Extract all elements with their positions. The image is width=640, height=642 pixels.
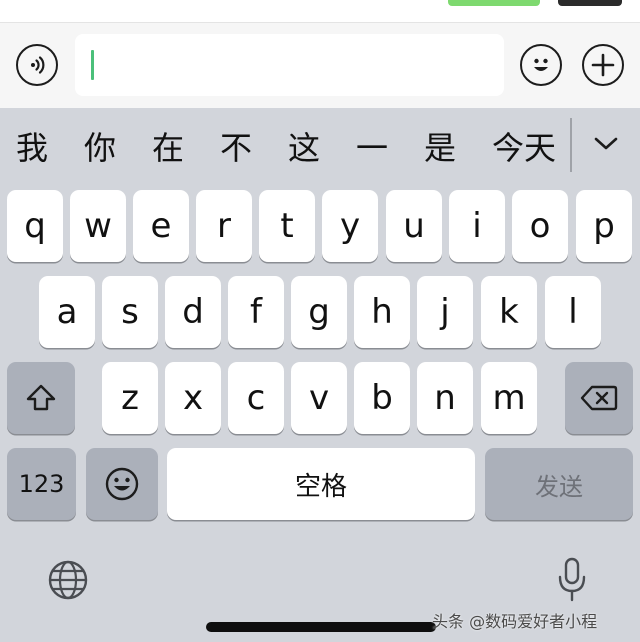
key-t[interactable]: t <box>259 190 315 262</box>
key-label: l <box>568 292 578 332</box>
home-indicator <box>206 622 436 632</box>
key-a[interactable]: a <box>39 276 95 348</box>
emoji-key[interactable] <box>86 448 158 520</box>
key-label: k <box>499 292 519 332</box>
key-label: v <box>308 378 330 418</box>
key-z[interactable]: z <box>102 362 158 434</box>
key-label: t <box>280 206 294 246</box>
shift-key[interactable] <box>7 362 75 434</box>
key-b[interactable]: b <box>354 362 410 434</box>
key-c[interactable]: c <box>228 362 284 434</box>
key-label: g <box>308 292 330 332</box>
numbers-key[interactable]: 123 <box>7 448 76 520</box>
key-f[interactable]: f <box>228 276 284 348</box>
space-key-label: 空格 <box>294 471 347 502</box>
key-l[interactable]: l <box>545 276 601 348</box>
emoji-icon <box>534 58 548 71</box>
key-label: z <box>121 378 139 418</box>
space-key[interactable]: 空格 <box>167 448 475 520</box>
key-label: p <box>593 206 615 246</box>
key-y[interactable]: y <box>322 190 378 262</box>
key-label: s <box>121 292 139 332</box>
key-j[interactable]: j <box>417 276 473 348</box>
emoji-icon <box>105 467 139 501</box>
key-label: x <box>182 378 204 418</box>
key-label: i <box>472 206 482 246</box>
globe-button[interactable] <box>44 556 92 604</box>
key-label: a <box>56 292 78 332</box>
key-p[interactable]: p <box>576 190 632 262</box>
key-e[interactable]: e <box>133 190 189 262</box>
key-n[interactable]: n <box>417 362 473 434</box>
key-x[interactable]: x <box>165 362 221 434</box>
top-green-element <box>448 0 540 6</box>
key-w[interactable]: w <box>70 190 126 262</box>
watermark: 头条 @数码爱好者小程 <box>432 612 598 631</box>
key-h[interactable]: h <box>354 276 410 348</box>
shift-icon <box>26 384 56 411</box>
key-d[interactable]: d <box>165 276 221 348</box>
candidate-item[interactable]: 在 <box>152 128 184 168</box>
key-k[interactable]: k <box>481 276 537 348</box>
key-label: o <box>529 206 551 246</box>
candidate-item[interactable]: 我 <box>16 128 48 168</box>
key-label: n <box>434 378 456 418</box>
candidate-item[interactable]: 一 <box>356 128 388 168</box>
plus-button[interactable] <box>582 44 624 86</box>
key-label: w <box>84 206 112 246</box>
delete-icon <box>580 385 618 411</box>
voice-button[interactable] <box>16 44 58 86</box>
microphone-button[interactable] <box>550 554 594 606</box>
key-i[interactable]: i <box>449 190 505 262</box>
key-label: d <box>182 292 204 332</box>
plus-icon <box>591 53 615 77</box>
candidate-item[interactable]: 你 <box>84 128 116 168</box>
key-m[interactable]: m <box>481 362 537 434</box>
message-input[interactable] <box>75 34 504 96</box>
candidate-item[interactable]: 是 <box>424 128 456 168</box>
key-label: y <box>339 206 361 246</box>
send-key-label: 发送 <box>535 472 583 501</box>
microphone-icon <box>558 557 586 602</box>
candidate-bar: 我 你 在 不 这 一 是 今天 <box>0 108 640 190</box>
candidate-item[interactable]: 今天 <box>492 128 556 168</box>
send-key[interactable]: 发送 <box>485 448 633 520</box>
key-label: f <box>250 292 262 332</box>
candidate-divider <box>570 118 572 172</box>
key-v[interactable]: v <box>291 362 347 434</box>
key-label: h <box>371 292 393 332</box>
globe-icon <box>48 560 88 600</box>
key-o[interactable]: o <box>512 190 568 262</box>
emoji-button[interactable] <box>520 44 562 86</box>
key-u[interactable]: u <box>386 190 442 262</box>
top-dark-element <box>558 0 622 6</box>
key-q[interactable]: q <box>7 190 63 262</box>
key-label: e <box>150 206 172 246</box>
candidate-item[interactable]: 不 <box>220 128 252 168</box>
key-label: r <box>217 206 231 246</box>
text-cursor <box>91 50 94 80</box>
key-r[interactable]: r <box>196 190 252 262</box>
status-area <box>0 0 640 22</box>
numbers-key-label: 123 <box>18 470 65 498</box>
key-s[interactable]: s <box>102 276 158 348</box>
key-label: j <box>440 292 450 332</box>
voice-icon <box>31 56 45 74</box>
key-label: c <box>246 378 266 418</box>
key-g[interactable]: g <box>291 276 347 348</box>
key-label: u <box>403 206 425 246</box>
key-label: m <box>492 378 526 418</box>
chevron-down-icon <box>594 137 618 150</box>
key-label: b <box>371 378 393 418</box>
candidate-expand-button[interactable] <box>586 124 626 164</box>
key-label: q <box>24 206 46 246</box>
candidate-item[interactable]: 这 <box>288 128 320 168</box>
chat-input-bar <box>0 22 640 108</box>
delete-key[interactable] <box>565 362 633 434</box>
